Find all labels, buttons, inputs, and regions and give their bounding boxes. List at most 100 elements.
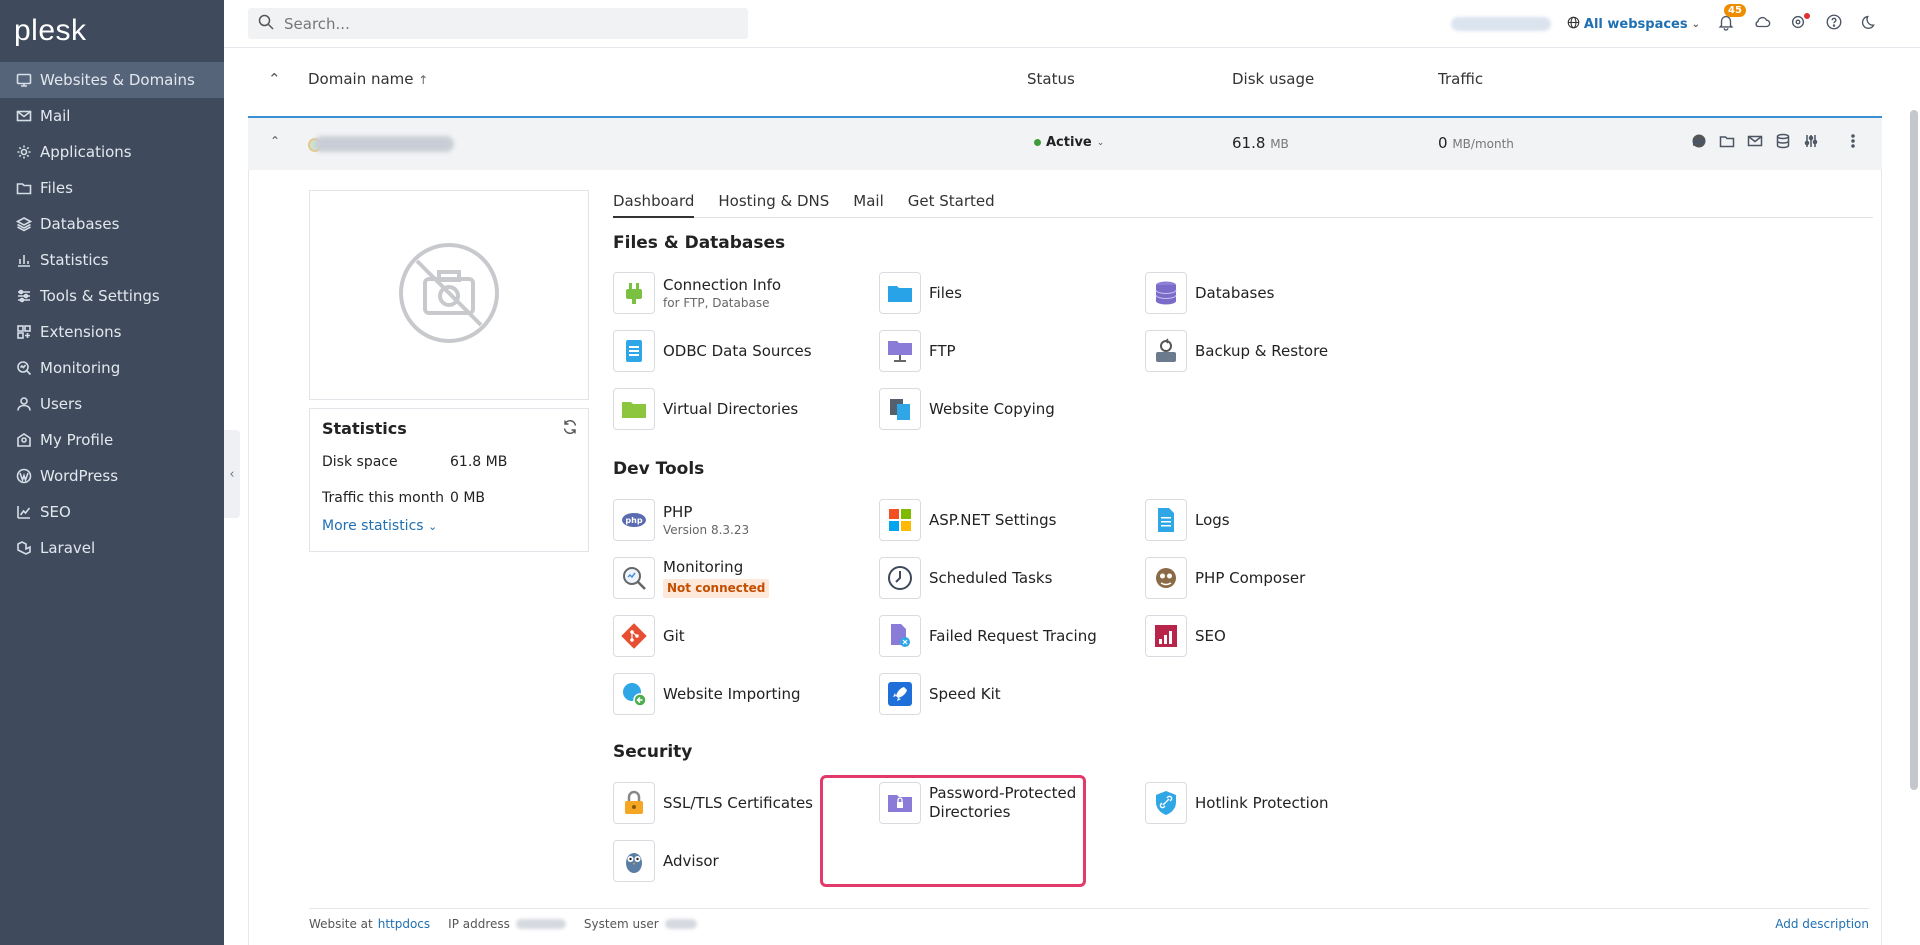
column-domain-label: Domain name [308,70,414,88]
tool-ftp[interactable]: FTP [879,329,1139,373]
sidebar-item-databases[interactable]: Databases [0,206,224,242]
more-statistics-link[interactable]: More statistics ⌄ [322,518,576,534]
sidebar-item-seo[interactable]: SEO [0,494,224,530]
tool-monitoring[interactable]: Monitoring Not connected [613,556,873,600]
tool-odbc[interactable]: ODBC Data Sources [613,329,873,373]
search-box[interactable] [248,8,748,39]
tool-label: Failed Request Tracing [929,626,1097,645]
top-bar: All webspaces ⌄ 45 [224,0,1920,48]
tool-php[interactable]: php PHP Version 8.3.23 [613,498,873,542]
tab-mail[interactable]: Mail [853,188,883,218]
webspaces-selector[interactable]: All webspaces ⌄ [1567,16,1700,33]
owl-icon [613,840,655,882]
httpdocs-link[interactable]: httpdocs [378,917,430,931]
tool-virtual-directories[interactable]: Virtual Directories [613,387,873,431]
tool-website-importing[interactable]: Website Importing [613,672,873,716]
refresh-icon[interactable] [562,419,578,439]
tab-hosting-dns[interactable]: Hosting & DNS [718,188,829,218]
tool-sub: Version 8.3.23 [663,522,750,537]
sidebar-item-mail[interactable]: Mail [0,98,224,134]
tool-hotlink-protection[interactable]: Hotlink Protection [1145,781,1405,825]
tool-backup-restore[interactable]: Backup & Restore [1145,329,1405,373]
tool-seo[interactable]: SEO [1145,614,1405,658]
cloud-icon [1753,13,1771,35]
system-user-label: System user [583,917,659,931]
tool-speed-kit[interactable]: Speed Kit [879,672,1139,716]
traffic-value: 0 MB/month [1438,134,1514,152]
tool-failed-request-tracing[interactable]: Failed Request Tracing [879,614,1139,658]
sidebar-item-statistics[interactable]: Statistics [0,242,224,278]
top-right-tools: All webspaces ⌄ 45 [1450,0,1880,48]
sidebar-item-websites-domains[interactable]: Websites & Domains [0,62,224,98]
tool-files[interactable]: Files [879,271,1139,315]
settings-sliders-icon[interactable] [1802,132,1820,150]
traffic-unit: MB/month [1452,137,1514,151]
cloud-button[interactable] [1752,14,1772,34]
column-traffic[interactable]: Traffic [1438,70,1483,88]
php-icon: php [613,499,655,541]
sidebar-item-label: Extensions [40,323,122,341]
plesk-logo[interactable]: plesk [0,0,224,62]
tool-password-protected-directories[interactable]: Password-Protected Directories [879,781,1139,825]
tool-label: SSL/TLS Certificates [663,793,813,812]
php-icon[interactable]: php [1690,132,1708,150]
sidebar-item-users[interactable]: Users [0,386,224,422]
column-disk-usage[interactable]: Disk usage [1232,70,1314,88]
git-icon [613,615,655,657]
sidebar-item-extensions[interactable]: Extensions [0,314,224,350]
laravel-icon [16,540,32,556]
tool-connection-info[interactable]: Connection Info for FTP, Database [613,271,873,315]
tab-dashboard[interactable]: Dashboard [613,188,695,218]
help-button[interactable] [1824,14,1844,34]
tool-logs[interactable]: Logs [1145,498,1405,542]
sidebar-item-files[interactable]: Files [0,170,224,206]
sidebar-item-tools-settings[interactable]: Tools & Settings [0,278,224,314]
folder-icon[interactable] [1718,132,1736,150]
sidebar-item-laravel[interactable]: Laravel [0,530,224,566]
database-icon[interactable] [1774,132,1792,150]
tool-php-composer[interactable]: PHP Composer [1145,556,1405,600]
page-scrollbar[interactable] [1910,110,1918,790]
tool-website-copying[interactable]: Website Copying [879,387,1139,431]
tool-aspnet-settings[interactable]: ASP.NET Settings [879,498,1139,542]
tool-label: Files [929,283,962,302]
domain-name-link[interactable] [314,136,454,152]
ip-address-value [515,919,566,929]
disk-unit: MB [1270,137,1289,151]
column-status[interactable]: Status [1027,70,1075,88]
tab-get-started[interactable]: Get Started [908,188,995,218]
collapse-all-icon[interactable]: ⌃ [268,70,281,88]
tool-advisor[interactable]: Advisor [613,839,873,883]
tool-ssl-tls-certificates[interactable]: SSL/TLS Certificates [613,781,873,825]
collapse-row-icon[interactable]: ⌃ [270,134,280,148]
status-dropdown[interactable]: Active ⌄ [1034,135,1104,150]
odbc-icon [613,330,655,372]
row-actions: php [1690,132,1862,150]
webspaces-label: All webspaces [1583,16,1688,32]
tool-label: Website Copying [929,399,1055,418]
theme-toggle-button[interactable] [1860,14,1880,34]
column-domain-name[interactable]: Domain name ↑ [308,70,428,88]
notifications-button[interactable]: 45 [1716,4,1746,34]
more-vertical-icon[interactable] [1844,132,1862,150]
updates-button[interactable] [1788,13,1810,34]
sidebar-item-label: Statistics [40,251,109,269]
sidebar-collapse-button[interactable]: ‹ [224,430,240,518]
mail-icon[interactable] [1746,132,1764,150]
tool-scheduled-tasks[interactable]: Scheduled Tasks [879,556,1139,600]
sidebar-item-wordpress[interactable]: WordPress [0,458,224,494]
sidebar-item-my-profile[interactable]: My Profile [0,422,224,458]
folder-icon [16,180,32,196]
user-menu[interactable] [1450,17,1551,31]
tool-sub: for FTP, Database [663,295,770,310]
wordpress-icon [16,468,32,484]
add-description-link[interactable]: Add description [1775,917,1869,931]
status-dot-icon [1034,139,1041,146]
tool-label: Advisor [663,851,719,870]
domain-row[interactable]: ⌃ Active ⌄ 61.8 MB 0 MB/month php [248,116,1882,170]
sidebar-item-applications[interactable]: Applications [0,134,224,170]
sidebar-item-monitoring[interactable]: Monitoring [0,350,224,386]
tool-git[interactable]: Git [613,614,873,658]
search-input[interactable] [284,14,724,33]
tool-databases[interactable]: Databases [1145,271,1405,315]
